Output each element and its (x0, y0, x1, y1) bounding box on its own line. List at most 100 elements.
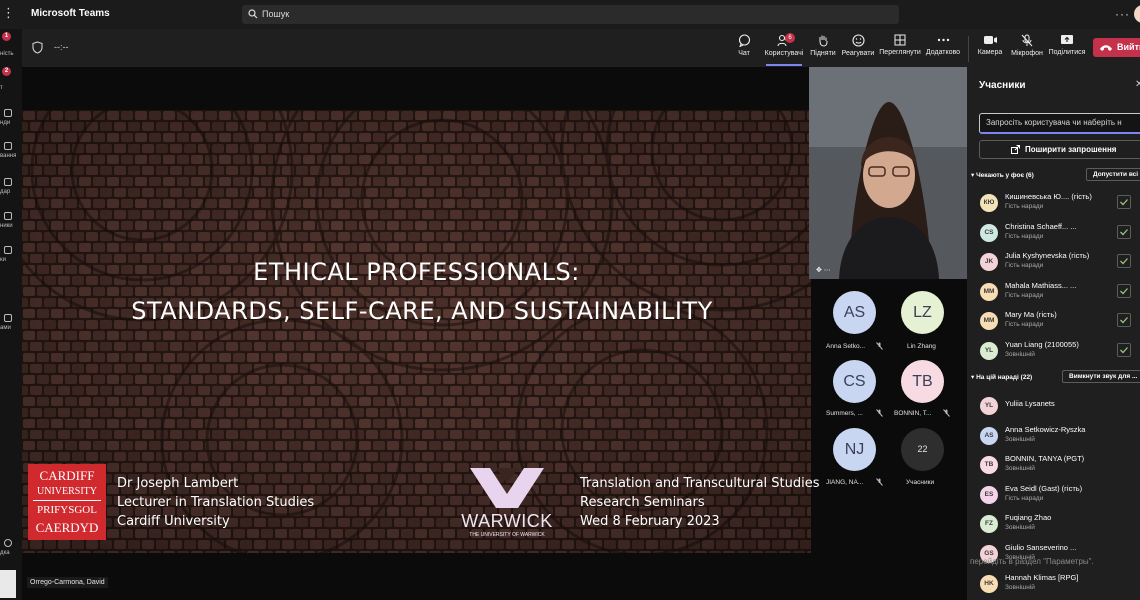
share-label: Поділитися (1048, 49, 1086, 56)
admit-button[interactable] (1117, 224, 1131, 239)
invite-placeholder[interactable]: Запросіть користувача чи наберіть н (986, 118, 1122, 127)
chat-label: Чат (738, 50, 750, 57)
search-placeholder[interactable]: Пошук (262, 9, 289, 19)
presenter-name-tag: Orrego-Carmona, David (27, 577, 108, 588)
warwick-logo-name: WARWICK (461, 511, 553, 531)
rail-item-activity[interactable]: ність (0, 51, 14, 57)
cardiff-logo-line4: CAERDYD (35, 520, 99, 535)
participant-avatar: MM (980, 282, 998, 301)
check-icon (1120, 317, 1128, 324)
rail-item-apps[interactable]: ами (0, 325, 11, 331)
admit-button[interactable] (1117, 283, 1131, 298)
view-button[interactable]: Переглянути (879, 34, 921, 64)
panel-title: Учасники (979, 80, 1026, 91)
share-invite-label: Поширити запрошення (1025, 145, 1117, 154)
search-icon (248, 9, 258, 19)
participant-avatar: КЮ (980, 194, 998, 212)
participant-avatar: AS (980, 426, 998, 445)
participant-avatar: HK (980, 574, 998, 593)
tile-name: Anna Setko... (826, 343, 866, 350)
active-tab-indicator (766, 64, 802, 66)
more-participants-count[interactable]: 22 (901, 428, 944, 471)
leave-label: Вийти (1117, 42, 1140, 52)
slide-title-line2: STANDARDS, SELF-CARE, AND SUSTAINABILITY (131, 297, 713, 325)
participant-name[interactable]: Fuqiang Zhao (1005, 513, 1051, 522)
admit-button[interactable] (1117, 195, 1131, 209)
users-button[interactable]: 6 Користувачі (764, 33, 804, 64)
speaker-name: Dr Joseph Lambert (117, 476, 239, 491)
admit-all-button[interactable]: Допустити всі (1086, 168, 1140, 181)
participant-name[interactable]: Кишиневська Ю.... (гість) (1005, 192, 1092, 201)
cardiff-logo-rule (33, 500, 101, 501)
smile-icon (851, 34, 865, 47)
more-options-icon[interactable]: ··· (1115, 7, 1130, 21)
tile-avatar[interactable]: NJ (833, 428, 876, 471)
rail-item-teams[interactable]: нди (0, 120, 10, 126)
react-button[interactable]: Реагувати (841, 34, 875, 64)
participant-name[interactable]: Yuliia Lysanets (1005, 399, 1055, 408)
assignments-icon (4, 142, 12, 150)
admit-button[interactable] (1117, 313, 1131, 328)
app-menu-icon[interactable]: ⋮ (2, 5, 15, 21)
cardiff-logo-line1: CARDIFF (39, 468, 95, 483)
participant-name[interactable]: Hannah Klimas [RPG] (1005, 573, 1078, 582)
tile-avatar[interactable]: LZ (901, 291, 944, 334)
share-screen-button[interactable]: Поділитися (1048, 34, 1086, 64)
mute-all-button[interactable]: Вимкнути звук для ... (1062, 370, 1140, 383)
participant-name[interactable]: Mahala Mathiass... ... (1005, 281, 1076, 290)
rail-item-calls[interactable]: ники (0, 223, 13, 229)
more-label: Додатково (925, 49, 961, 56)
admit-button[interactable] (1117, 254, 1131, 269)
participant-name[interactable]: Yuan Liang (2100055) (1005, 340, 1079, 349)
participant-role: Гість наради (1005, 203, 1044, 210)
camera-button[interactable]: Камера (975, 34, 1005, 64)
mic-off-icon (876, 409, 883, 417)
participant-role: Зовнішній (1005, 524, 1035, 532)
check-icon (1120, 228, 1128, 236)
seminar-series: Translation and Transcultural Studies (580, 476, 820, 491)
in-meeting-section-title[interactable]: ▾ На цій нараді (22) (971, 373, 1032, 381)
react-label: Реагувати (841, 50, 875, 57)
raise-hand-button[interactable]: Підняти (808, 34, 838, 64)
rail-item-files[interactable]: ки (0, 257, 6, 263)
chat-button[interactable]: Чат (729, 34, 759, 64)
participant-role: Зовнішній (1005, 435, 1035, 443)
check-icon (1120, 199, 1128, 206)
more-participants-label: Учасники (906, 479, 935, 486)
tile-avatar[interactable]: CS (833, 360, 876, 403)
mic-off-icon (876, 478, 883, 486)
lobby-section-title[interactable]: ▾ Чекають у фоє (6) (971, 171, 1034, 179)
cardiff-logo-line2: UNIVERSITY (37, 486, 97, 497)
rail-item-chat[interactable]: т (0, 85, 3, 91)
tile-avatar[interactable]: AS (833, 291, 876, 334)
participant-name[interactable]: Giulio Sanseverino ... (1005, 543, 1076, 552)
hand-icon (819, 35, 828, 47)
participant-name[interactable]: BONNIN, TANYA (PGT) (1005, 454, 1084, 463)
raise-label: Підняти (810, 50, 836, 57)
more-actions-button[interactable]: Додатково (924, 34, 962, 64)
participant-avatar: ES (980, 485, 998, 504)
rail-item-help[interactable]: дка (0, 550, 10, 556)
participant-name[interactable]: Eva Seidl (Gast) (гість) (1005, 484, 1082, 493)
users-label: Користувачі (764, 50, 804, 57)
presenter-video[interactable] (809, 67, 967, 279)
rail-item-assignments[interactable]: вання (0, 153, 16, 159)
admit-button[interactable] (1117, 343, 1131, 357)
mic-button[interactable]: Мікрофон (1009, 34, 1045, 64)
camera-label: Камера (977, 49, 1003, 56)
presenter-video-frame (809, 67, 967, 279)
rail-item-calendar[interactable]: дар (0, 189, 10, 195)
participant-name[interactable]: Christina Schaeff... ... (1005, 222, 1077, 231)
participant-name[interactable]: Anna Setkowicz-Ryszka (1005, 425, 1085, 434)
participant-name[interactable]: Mary Ma (гість) (1005, 310, 1057, 319)
video-options-icon[interactable]: ✥ ⋯ (816, 266, 831, 274)
users-badge: 6 (785, 33, 795, 43)
download-icon[interactable] (0, 570, 16, 598)
close-icon[interactable]: ✕ (1135, 79, 1140, 90)
participant-role: Гість наради (1005, 494, 1044, 502)
participant-name[interactable]: Julia Kyshynevska (гість) (1005, 251, 1089, 260)
tile-avatar[interactable]: TB (901, 360, 944, 403)
search-box[interactable] (242, 5, 899, 24)
files-icon (4, 246, 12, 254)
speaker-affiliation: Cardiff University (117, 514, 230, 529)
